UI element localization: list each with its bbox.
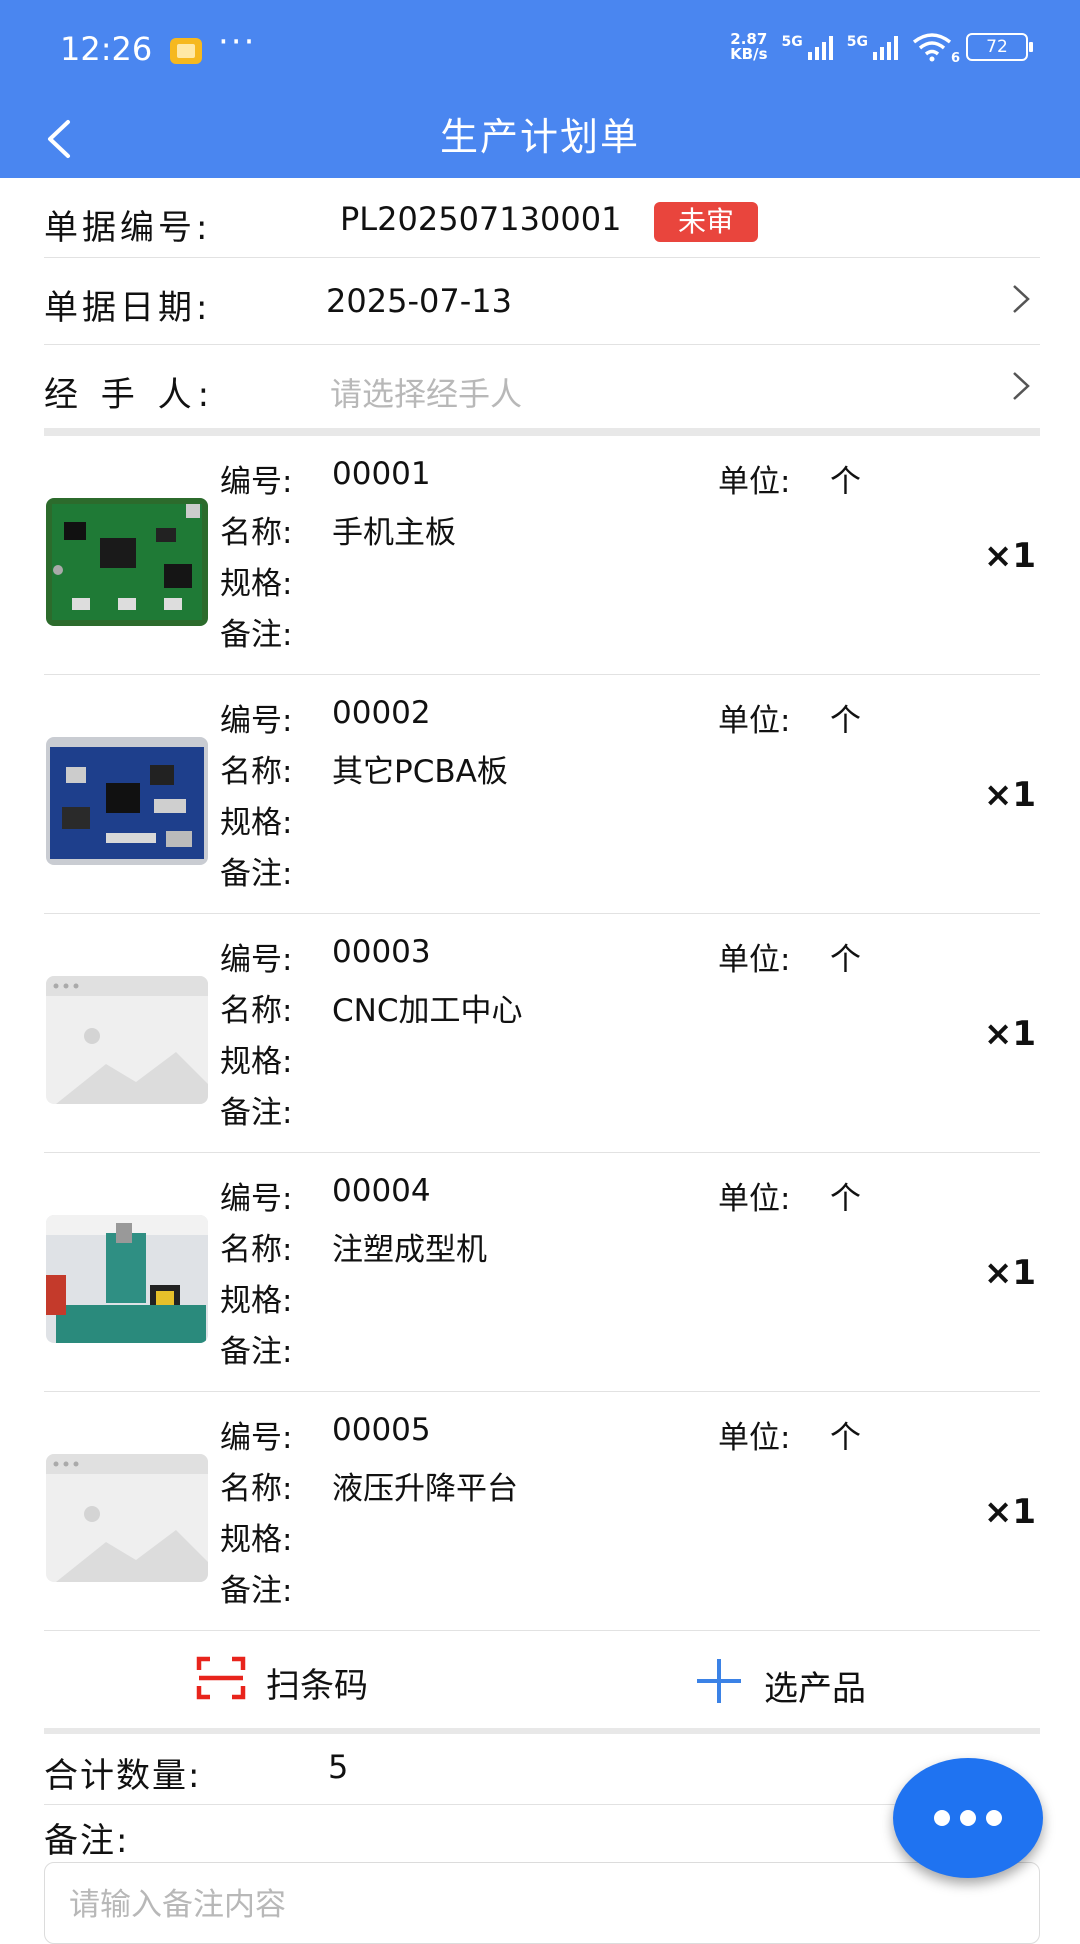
product-unit: 个 [830,942,861,978]
doc-date-row[interactable]: 单据日期: 2025-07-13 [44,258,1040,345]
product-code: 00005 [332,1412,431,1448]
more-actions-fab[interactable] [893,1758,1043,1878]
product-image-machine [46,1215,208,1343]
scan-barcode-button[interactable]: 扫条码 [196,1656,368,1709]
item-actions: 扫条码 选产品 [44,1630,1040,1730]
product-item[interactable]: 编号: 00003 单位: 个 名称: CNC加工中心 规格: 备注: ×1 [44,914,1040,1153]
page-title: 生产计划单 [439,115,640,159]
product-image-pcb-green [46,498,208,626]
battery-icon: 72 [966,33,1033,61]
image-placeholder-icon [46,976,208,1104]
product-code: 00002 [332,695,431,731]
status-time: 12:26 [60,30,153,68]
section-divider [44,428,1040,436]
product-item[interactable]: 编号: 00004 单位: 个 名称: 注塑成型机 规格: 备注: ×1 [44,1153,1040,1392]
doc-date-value[interactable]: 2025-07-13 [326,282,512,320]
product-unit: 个 [830,1181,861,1217]
total-quantity-value: 5 [328,1748,349,1786]
product-quantity[interactable]: ×1 [984,775,1036,815]
product-code: 00004 [332,1173,431,1209]
product-code: 00001 [332,456,431,492]
scan-icon [196,1656,246,1709]
product-code: 00003 [332,934,431,970]
status-badge: 未审 [654,202,759,242]
doc-number-row: 单据编号: PL202507130001 未审 [44,178,1040,258]
signal-sim1-icon: 5G [782,34,833,60]
remark-row: 备注: [44,1805,1040,1861]
product-name: 注塑成型机 [332,1232,487,1268]
wifi-icon: 6 [912,32,960,66]
product-item[interactable]: 编号: 00002 单位: 个 名称: 其它PCBA板 规格: 备注: ×1 [44,675,1040,914]
handler-select[interactable]: 请选择经手人 [330,369,522,415]
product-name: 液压升降平台 [332,1471,518,1507]
product-quantity[interactable]: ×1 [984,536,1036,576]
nav-bar: 生产计划单 [0,100,1080,178]
product-quantity[interactable]: ×1 [984,1253,1036,1293]
total-quantity-label: 合计数量: [44,1756,202,1796]
chevron-right-icon [1010,282,1032,316]
product-item[interactable]: 编号: 00001 单位: 个 名称: 手机主板 规格: 备注: ×1 [44,436,1040,675]
product-image-pcb-blue [46,737,208,865]
gallery-notification-icon [170,38,202,64]
product-item[interactable]: 编号: 00005 单位: 个 名称: 液压升降平台 规格: 备注: ×1 [44,1392,1040,1631]
product-name: CNC加工中心 [332,993,523,1029]
status-bar: 12:26 ··· 2.87 KB/s 5G 5G 6 72 [0,0,1080,100]
network-speed: 2.87 KB/s [730,30,768,63]
remark-label: 备注: [44,1821,130,1861]
product-unit: 个 [830,703,861,739]
plus-icon [694,1656,744,1715]
image-placeholder-icon [46,1454,208,1582]
handler-label: 经 手 人: [44,375,216,415]
doc-number-value: PL202507130001 [340,200,622,238]
product-name: 其它PCBA板 [332,754,508,790]
doc-date-label: 单据日期: [44,288,212,328]
product-quantity[interactable]: ×1 [984,1014,1036,1054]
select-product-button[interactable]: 选产品 [694,1656,866,1715]
product-unit: 个 [830,464,861,500]
remark-input[interactable]: 请输入备注内容 [44,1862,1040,1944]
doc-number-label: 单据编号: [44,208,212,248]
product-name: 手机主板 [332,515,456,551]
chevron-right-icon [1010,369,1032,403]
signal-sim2-icon: 5G [847,34,898,60]
product-unit: 个 [830,1420,861,1456]
app-header: 12:26 ··· 2.87 KB/s 5G 5G 6 72 生产计划单 [0,0,1080,178]
product-quantity[interactable]: ×1 [984,1492,1036,1532]
more-notifications-indicator: ··· [218,22,257,62]
handler-row[interactable]: 经 手 人: 请选择经手人 [44,345,1040,429]
total-quantity-row: 合计数量: 5 [44,1734,1040,1805]
more-dots-icon [934,1810,950,1826]
